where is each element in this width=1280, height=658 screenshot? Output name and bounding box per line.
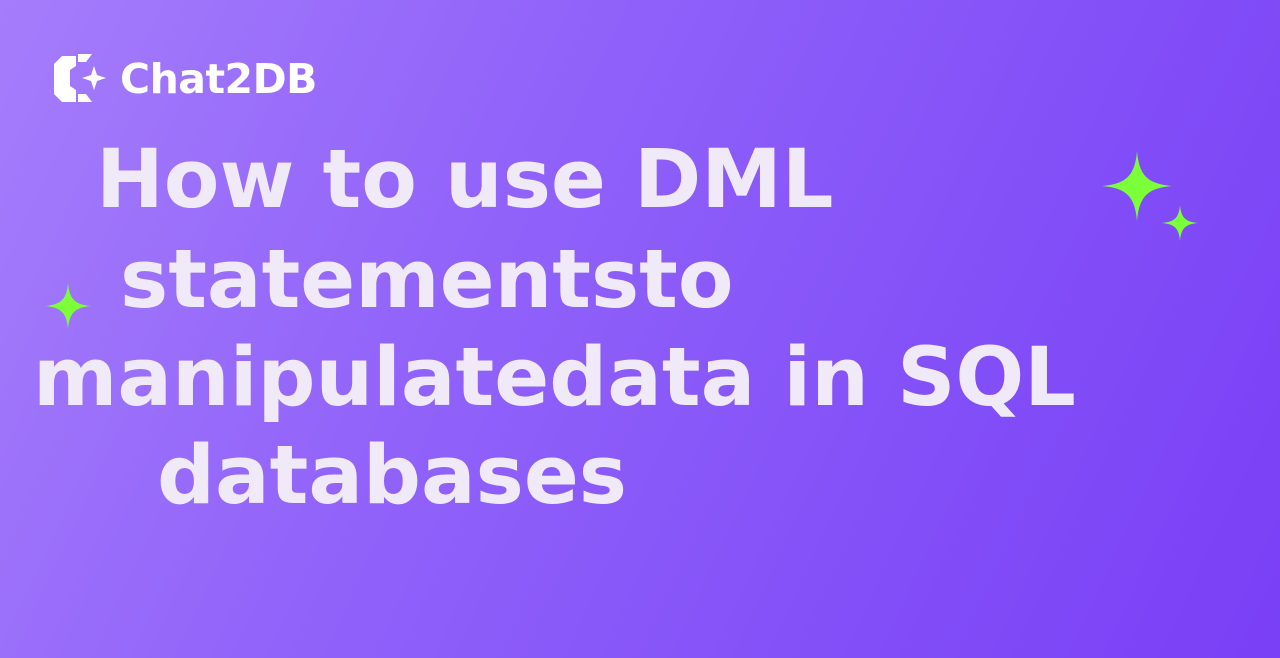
sparkle-icon <box>1162 205 1198 241</box>
headline-line-4: databases <box>157 429 628 523</box>
headline-line-1: How to use DML <box>96 133 834 227</box>
hero-banner: Chat2DB How to use DML statementsto mani… <box>0 0 1280 658</box>
headline-line-2: statementsto <box>120 233 734 327</box>
sparkle-icon <box>45 283 91 329</box>
headline-line-3: manipulatedata in SQL <box>33 331 1076 425</box>
headline: How to use DML statementsto manipulateda… <box>0 0 1280 658</box>
